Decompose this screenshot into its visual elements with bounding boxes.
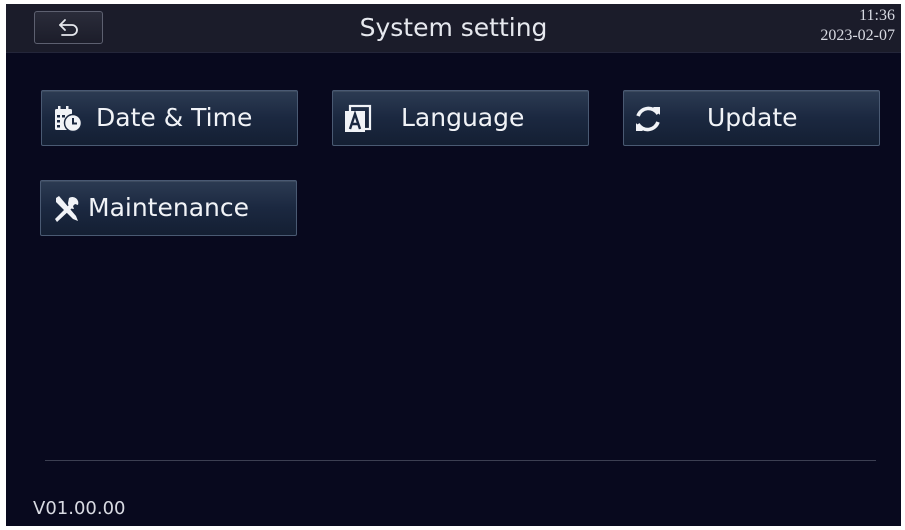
maintenance-button[interactable]: Maintenance (40, 180, 297, 236)
footer-divider (45, 460, 876, 461)
clock-time: 11:36 (859, 7, 895, 24)
language-label: Language (401, 103, 525, 132)
back-arrow-icon (58, 18, 78, 36)
date-time-button[interactable]: Date & Time (41, 90, 298, 146)
date-time-label: Date & Time (96, 103, 253, 132)
update-label: Update (707, 103, 798, 132)
calendar-clock-icon (55, 106, 83, 133)
screen: System setting 11:36 2023-02-07 Date & T… (6, 4, 901, 526)
back-button[interactable] (34, 11, 103, 44)
page-title: System setting (359, 12, 548, 42)
clock-date: 2023-02-07 (820, 27, 895, 44)
version-label: V01.00.00 (33, 498, 126, 519)
refresh-icon (636, 106, 660, 132)
maintenance-label: Maintenance (88, 193, 249, 222)
clock: 11:36 2023-02-07 (820, 6, 895, 46)
language-button[interactable]: Language (332, 90, 589, 146)
update-button[interactable]: Update (623, 90, 880, 146)
language-icon (345, 104, 372, 132)
top-bar: System setting 11:36 2023-02-07 (6, 4, 901, 53)
tools-icon (55, 196, 79, 222)
